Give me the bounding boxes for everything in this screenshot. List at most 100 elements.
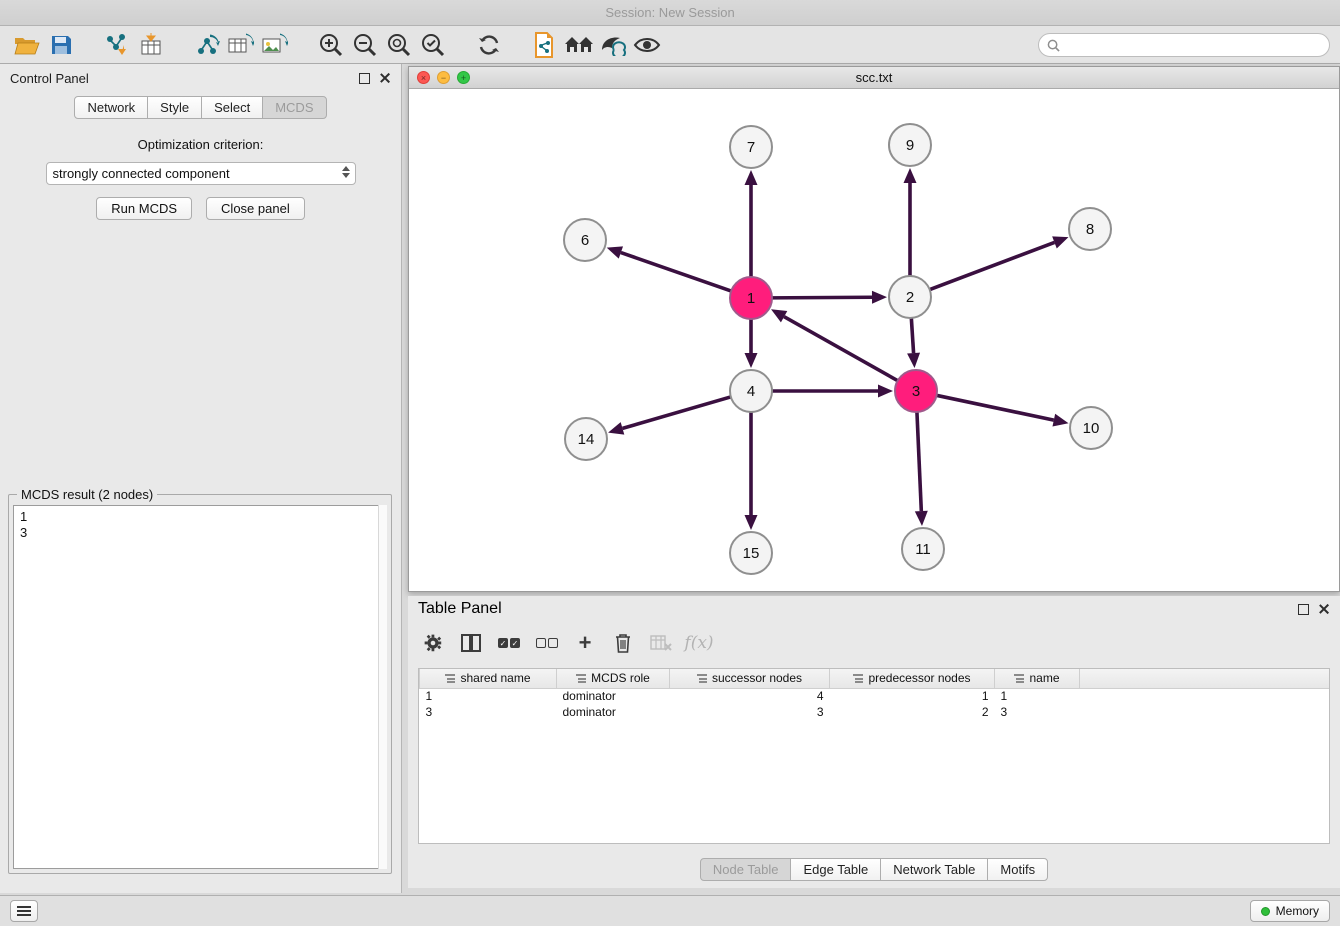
edge-arrowhead — [872, 291, 887, 304]
edge-arrowhead — [1052, 236, 1068, 248]
result-scrollbar[interactable] — [378, 505, 387, 869]
list-icon — [17, 906, 31, 916]
network-window-titlebar[interactable]: × − + scc.txt — [409, 67, 1339, 89]
svg-text:14: 14 — [578, 431, 595, 448]
window-titlebar: Session: New Session — [0, 0, 1340, 26]
graph-node-3[interactable]: 3 — [895, 370, 937, 412]
tab-mcds[interactable]: MCDS — [262, 96, 326, 119]
import-network-icon[interactable] — [100, 28, 134, 62]
graph-edge-3-10[interactable] — [935, 395, 1054, 420]
memory-status-icon — [1261, 907, 1270, 916]
close-panel-icon[interactable] — [379, 72, 391, 84]
edge-arrowhead — [608, 422, 624, 434]
float-panel-icon[interactable] — [359, 73, 370, 84]
tab-select[interactable]: Select — [201, 96, 263, 119]
edge-arrowhead — [915, 511, 928, 526]
close-panel-button[interactable]: Close panel — [206, 197, 305, 220]
window-title: Session: New Session — [605, 5, 734, 20]
maximize-window-icon[interactable]: + — [457, 71, 470, 84]
close-window-icon[interactable]: × — [417, 71, 430, 84]
zoom-in-icon[interactable] — [314, 28, 348, 62]
graph-edge-1-2[interactable] — [770, 297, 872, 298]
svg-text:10: 10 — [1083, 420, 1100, 437]
application-window: Session: New Session — [0, 0, 1340, 926]
task-history-button[interactable] — [10, 900, 38, 922]
network-window-title: scc.txt — [409, 70, 1339, 85]
function-builder-icon: f(x) — [684, 628, 714, 658]
first-neighbors-icon[interactable] — [562, 28, 596, 62]
edge-arrowhead — [745, 515, 758, 530]
graph-node-11[interactable]: 11 — [902, 528, 944, 570]
select-all-icon[interactable]: ✓✓ — [494, 628, 524, 658]
search-field[interactable] — [1038, 33, 1330, 57]
column-header-MCDS-role[interactable]: MCDS role — [557, 669, 670, 688]
graph-edge-1-6[interactable] — [621, 253, 733, 292]
export-image-icon[interactable] — [258, 28, 292, 62]
main-toolbar — [0, 26, 1340, 64]
graph-node-4[interactable]: 4 — [730, 370, 772, 412]
column-header-predecessor-nodes[interactable]: predecessor nodes — [830, 669, 995, 688]
deselect-all-icon[interactable] — [532, 628, 562, 658]
apply-style-icon[interactable] — [596, 28, 630, 62]
table-tab-motifs[interactable]: Motifs — [987, 858, 1048, 881]
graph-node-14[interactable]: 14 — [565, 418, 607, 460]
graph-edge-3-11[interactable] — [917, 410, 921, 511]
delete-column-icon[interactable] — [608, 628, 638, 658]
graph-node-9[interactable]: 9 — [889, 124, 931, 166]
tab-style[interactable]: Style — [147, 96, 202, 119]
minimize-window-icon[interactable]: − — [437, 71, 450, 84]
optimization-criterion-dropdown[interactable]: strongly connected component — [46, 162, 356, 185]
column-header-successor-nodes[interactable]: successor nodes — [670, 669, 830, 688]
graph-node-6[interactable]: 6 — [564, 219, 606, 261]
memory-button[interactable]: Memory — [1250, 900, 1330, 922]
save-session-icon[interactable] — [44, 28, 78, 62]
graph-edge-2-3[interactable] — [911, 316, 913, 353]
table-row[interactable]: 3dominator323 — [420, 704, 1330, 720]
graph-node-2[interactable]: 2 — [889, 276, 931, 318]
table-tab-node-table[interactable]: Node Table — [700, 858, 792, 881]
table-panel-title: Table Panel — [418, 600, 502, 618]
graph-node-8[interactable]: 8 — [1069, 208, 1111, 250]
optimization-criterion-label: Optimization criterion: — [0, 137, 401, 152]
control-panel: Control Panel NetworkStyleSelectMCDS Opt… — [0, 64, 402, 893]
memory-label: Memory — [1276, 904, 1319, 918]
search-input[interactable] — [1065, 38, 1329, 52]
tab-network[interactable]: Network — [74, 96, 148, 119]
export-document-icon[interactable] — [528, 28, 562, 62]
graph-node-1[interactable]: 1 — [730, 277, 772, 319]
float-table-panel-icon[interactable] — [1298, 604, 1309, 615]
import-table-icon[interactable] — [134, 28, 168, 62]
table-row[interactable]: 1dominator411 — [420, 688, 1330, 704]
network-graph[interactable]: 7 9 6 8 1 2 4 3 14 10 15 11 — [409, 89, 1339, 591]
close-table-panel-icon[interactable] — [1318, 603, 1330, 615]
zoom-selected-icon[interactable] — [416, 28, 450, 62]
network-canvas[interactable]: 7 9 6 8 1 2 4 3 14 10 15 11 — [409, 89, 1339, 591]
show-hide-icon[interactable] — [630, 28, 664, 62]
svg-text:1: 1 — [747, 290, 755, 307]
settings-gear-icon[interactable] — [418, 628, 448, 658]
graph-node-10[interactable]: 10 — [1070, 407, 1112, 449]
graph-edge-4-14[interactable] — [622, 396, 732, 428]
zoom-out-icon[interactable] — [348, 28, 382, 62]
graph-node-15[interactable]: 15 — [730, 532, 772, 574]
refresh-layout-icon[interactable] — [472, 28, 506, 62]
graph-edge-3-1[interactable] — [784, 317, 899, 382]
svg-text:2: 2 — [906, 289, 914, 306]
split-view-icon[interactable] — [456, 628, 486, 658]
table-tab-edge-table[interactable]: Edge Table — [790, 858, 881, 881]
zoom-fit-icon[interactable] — [382, 28, 416, 62]
add-column-icon[interactable]: + — [570, 628, 600, 658]
svg-text:8: 8 — [1086, 221, 1094, 238]
export-table-icon[interactable] — [224, 28, 258, 62]
graph-edge-2-8[interactable] — [928, 242, 1055, 290]
table-toolbar: ✓✓ + f(x) — [418, 624, 1330, 662]
export-network-file-icon[interactable] — [190, 28, 224, 62]
mcds-result-text[interactable]: 1 3 — [13, 505, 387, 869]
graph-node-7[interactable]: 7 — [730, 126, 772, 168]
run-mcds-button[interactable]: Run MCDS — [96, 197, 192, 220]
control-panel-tabs: NetworkStyleSelectMCDS — [0, 96, 401, 119]
column-header-name[interactable]: name — [995, 669, 1080, 688]
table-tab-network-table[interactable]: Network Table — [880, 858, 988, 881]
column-header-shared-name[interactable]: shared name — [420, 669, 557, 688]
open-session-icon[interactable] — [10, 28, 44, 62]
